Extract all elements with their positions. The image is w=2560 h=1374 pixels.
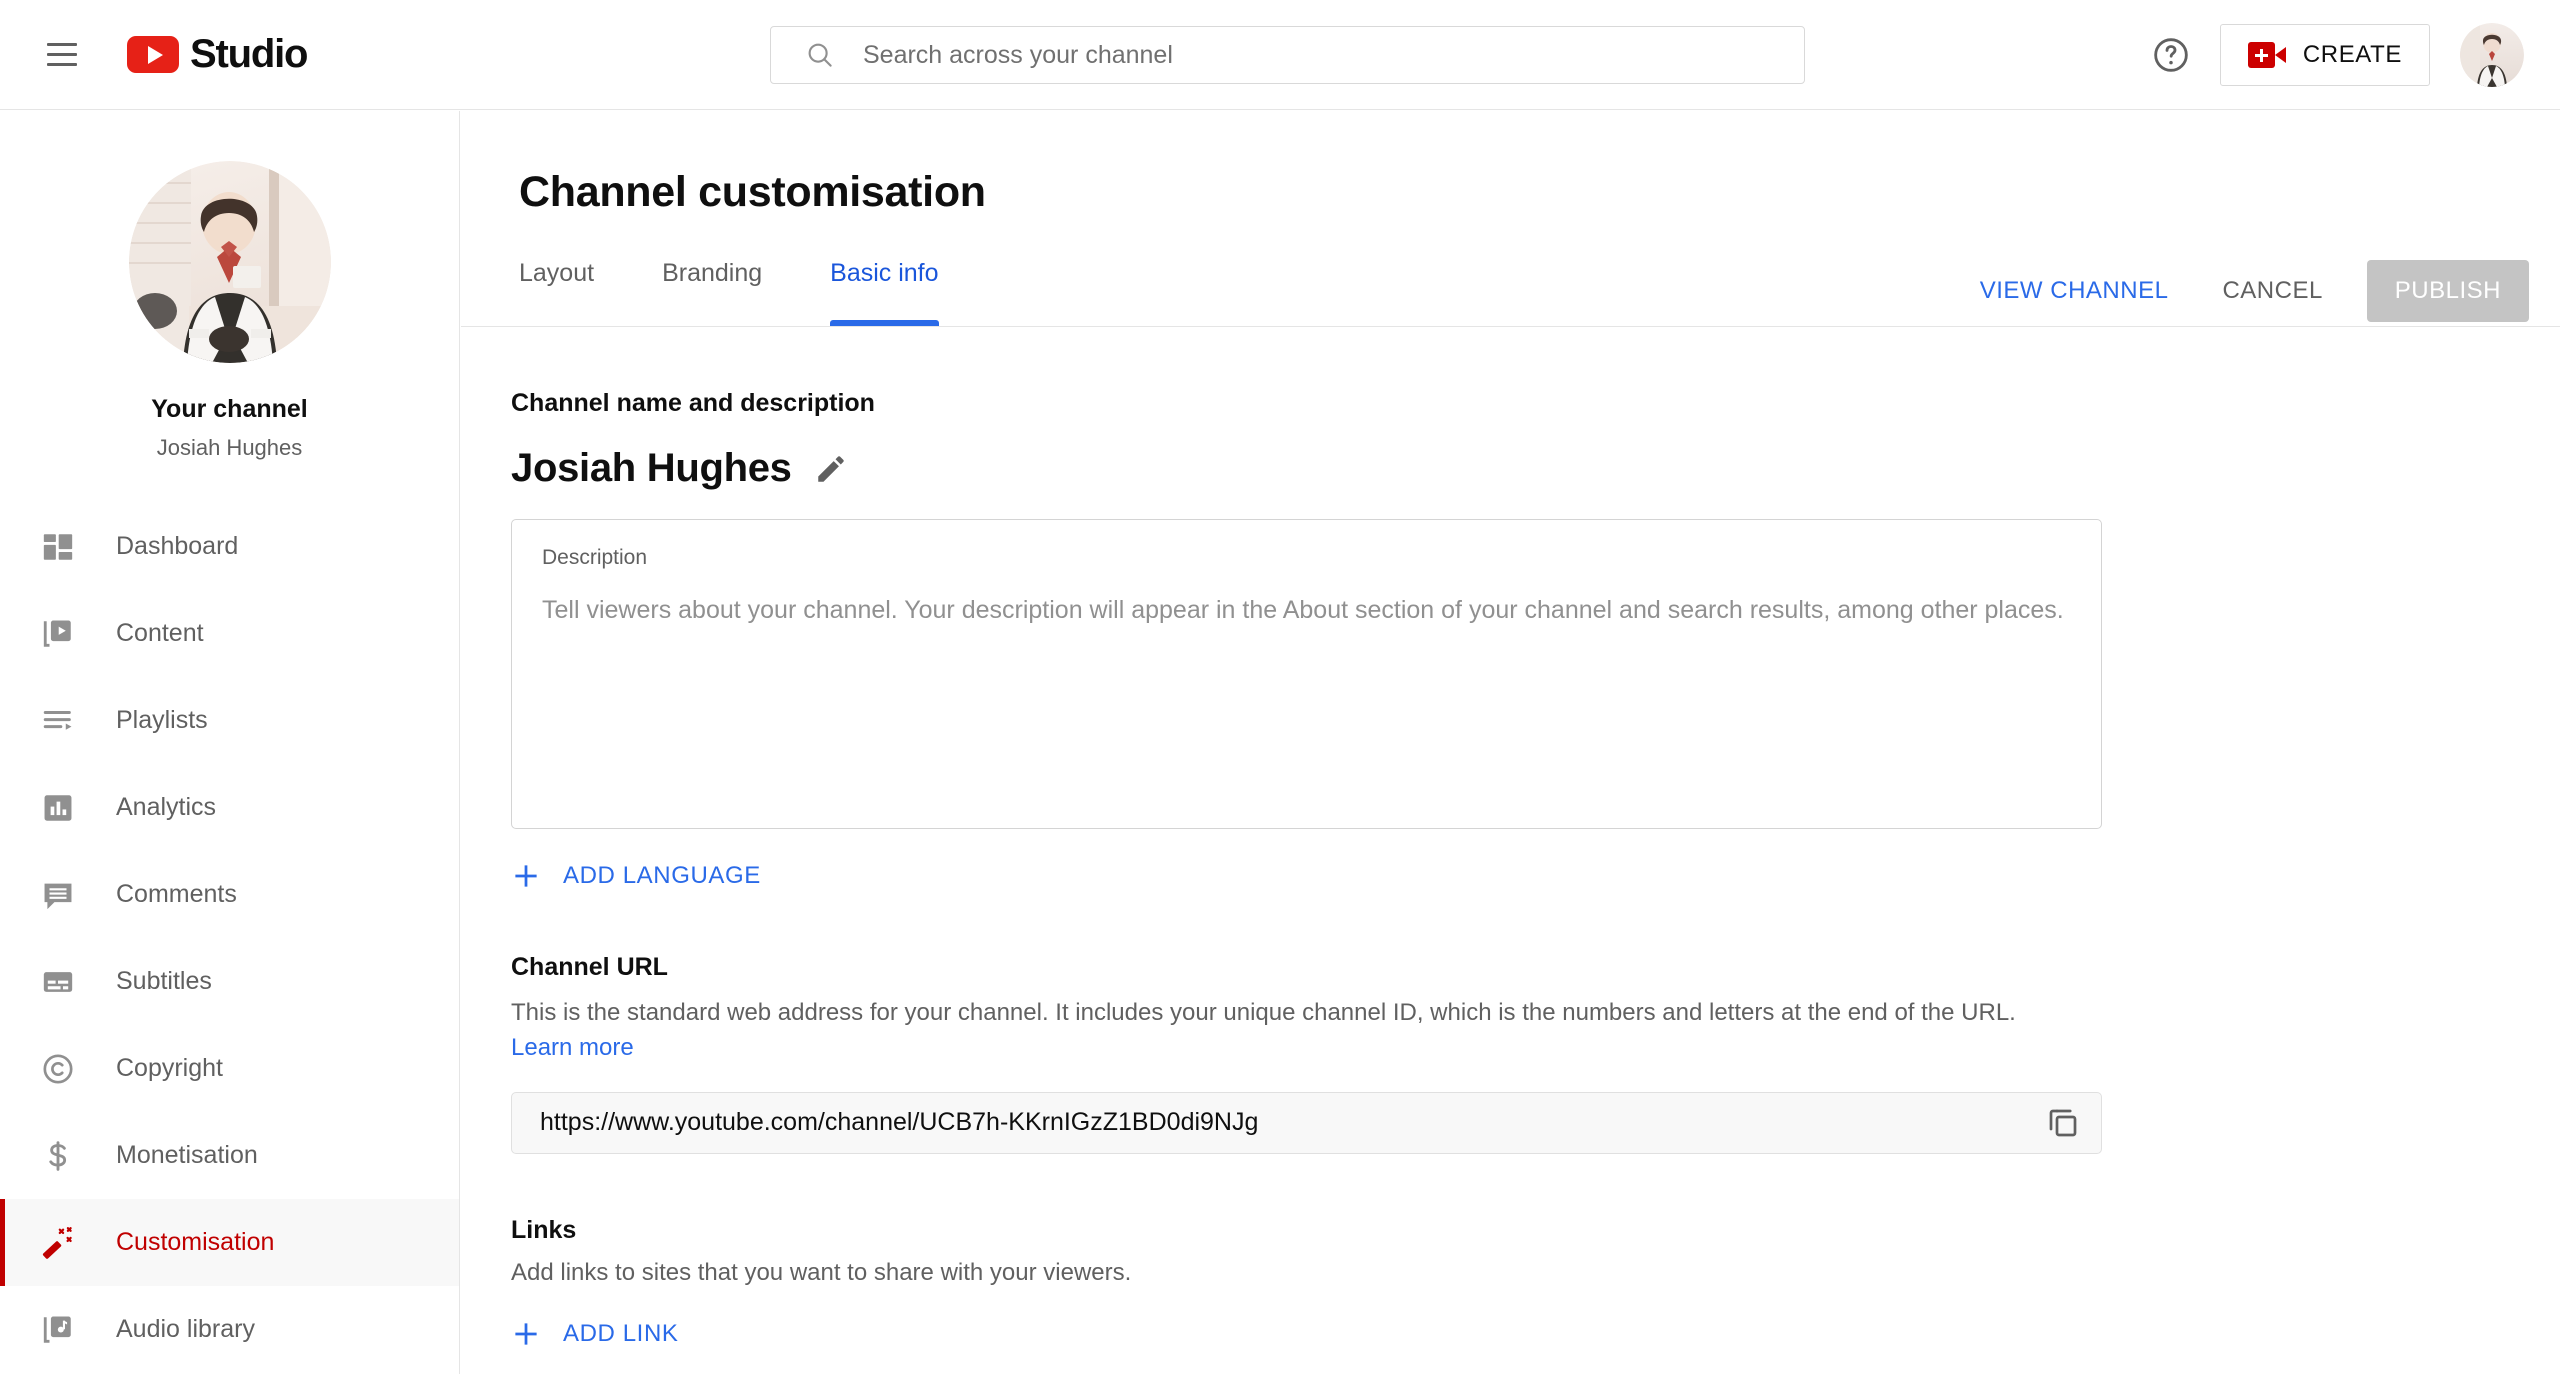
playlist-icon <box>38 701 78 741</box>
tab-label: Basic info <box>830 259 939 287</box>
description-field[interactable]: Description Tell viewers about your chan… <box>511 519 2102 829</box>
sidebar-item-label: Subtitles <box>116 967 212 995</box>
avatar[interactable] <box>2460 23 2524 87</box>
channel-name-value: Josiah Hughes <box>511 446 792 490</box>
brand-text: Studio <box>190 32 308 76</box>
channel-url-description: This is the standard web address for you… <box>511 996 2056 1066</box>
search-icon <box>808 43 832 67</box>
channel-url-field[interactable]: https://www.youtube.com/channel/UCB7h-KK… <box>511 1091 2102 1154</box>
basic-info-panel: Channel name and description Josiah Hugh… <box>461 389 2560 1349</box>
channel-summary: Your channel Josiah Hughes <box>0 111 459 461</box>
comment-icon <box>38 875 78 915</box>
sidebar-item-label: Copyright <box>116 1054 223 1082</box>
youtube-play-logo-icon <box>127 36 179 73</box>
tab-basic-info[interactable]: Basic info <box>830 255 939 326</box>
links-description: Add links to sites that you want to shar… <box>511 1258 1132 1286</box>
magic-wand-icon <box>38 1223 78 1263</box>
dashboard-icon <box>38 527 78 567</box>
sidebar-item-label: Audio library <box>116 1315 255 1343</box>
sidebar-nav: Dashboard Content Playlists Analytics Co… <box>0 503 459 1373</box>
page-title: Channel customisation <box>519 168 986 216</box>
sidebar-item-playlists[interactable]: Playlists <box>0 677 459 764</box>
view-channel-button[interactable]: VIEW CHANNEL <box>1958 261 2191 321</box>
description-field-label: Description <box>542 546 648 569</box>
studio-brand-logo[interactable]: Studio <box>127 32 308 77</box>
sidebar-item-dashboard[interactable]: Dashboard <box>0 503 459 590</box>
copy-icon[interactable] <box>2035 1095 2091 1151</box>
channel-name-heading: Channel name and description <box>511 389 875 417</box>
header-actions: VIEW CHANNEL CANCEL PUBLISH <box>1958 255 2529 327</box>
add-link-label: ADD LINK <box>563 1319 679 1347</box>
top-app-bar: Studio CREATE <box>0 0 2560 110</box>
tab-label: Branding <box>662 259 763 287</box>
sidebar-item-monetisation[interactable]: Monetisation <box>0 1112 459 1199</box>
audio-library-icon <box>38 1310 78 1350</box>
topbar-actions: CREATE <box>2140 0 2524 110</box>
sidebar: Your channel Josiah Hughes Dashboard Con… <box>0 111 460 1374</box>
add-language-label: ADD LANGUAGE <box>563 862 761 889</box>
create-button[interactable]: CREATE <box>2219 24 2430 86</box>
sidebar-item-label: Monetisation <box>116 1141 258 1169</box>
channel-url-heading: Channel URL <box>511 953 668 981</box>
tab-bar: Layout Branding Basic info VIEW CHANNEL … <box>461 255 2560 327</box>
your-channel-label: Your channel <box>151 395 308 423</box>
channel-avatar[interactable] <box>128 161 331 363</box>
sidebar-item-analytics[interactable]: Analytics <box>0 764 459 851</box>
tab-label: Layout <box>519 259 595 287</box>
sidebar-item-copyright[interactable]: Copyright <box>0 1025 459 1112</box>
help-circle-icon[interactable] <box>2140 24 2202 86</box>
sidebar-item-label: Analytics <box>116 793 217 821</box>
sidebar-item-customisation[interactable]: Customisation <box>0 1199 459 1286</box>
sidebar-item-audio-library[interactable]: Audio library <box>0 1286 459 1373</box>
description-placeholder: Tell viewers about your channel. Your de… <box>542 596 2064 624</box>
pencil-edit-icon[interactable] <box>814 452 848 486</box>
sidebar-item-comments[interactable]: Comments <box>0 851 459 938</box>
sidebar-item-content[interactable]: Content <box>0 590 459 677</box>
dollar-icon <box>38 1136 78 1176</box>
sidebar-item-label: Comments <box>116 880 237 908</box>
learn-more-link[interactable]: Learn more <box>511 1034 634 1061</box>
plus-icon <box>515 865 537 887</box>
subtitles-icon <box>38 962 78 1002</box>
search-input[interactable] <box>863 40 1784 70</box>
channel-url-value: https://www.youtube.com/channel/UCB7h-KK… <box>540 1108 1259 1137</box>
analytics-bar-icon <box>38 788 78 828</box>
main-content: Channel customisation Layout Branding Ba… <box>461 111 2560 1374</box>
create-button-label: CREATE <box>2302 41 2402 68</box>
video-camera-plus-icon <box>2247 42 2286 68</box>
channel-name-row: Josiah Hughes <box>511 446 2560 491</box>
cancel-button[interactable]: CANCEL <box>2200 261 2344 321</box>
sidebar-item-label: Dashboard <box>116 532 239 560</box>
tab-layout[interactable]: Layout <box>519 255 594 326</box>
sidebar-item-subtitles[interactable]: Subtitles <box>0 938 459 1025</box>
add-language-button[interactable]: ADD LANGUAGE <box>511 861 761 891</box>
sidebar-item-label: Content <box>116 619 204 647</box>
search-bar[interactable] <box>770 26 1805 84</box>
tab-branding[interactable]: Branding <box>662 255 762 326</box>
copyright-icon <box>38 1049 78 1089</box>
sidebar-item-label: Customisation <box>116 1228 275 1256</box>
hamburger-menu-icon[interactable] <box>38 31 86 79</box>
sidebar-item-label: Playlists <box>116 706 208 734</box>
content-video-icon <box>38 614 78 654</box>
add-link-button[interactable]: ADD LINK <box>511 1319 679 1349</box>
sidebar-channel-name: Josiah Hughes <box>156 435 303 460</box>
plus-icon <box>515 1322 537 1345</box>
publish-button[interactable]: PUBLISH <box>2366 260 2529 322</box>
channel-url-description-text: This is the standard web address for you… <box>511 999 2016 1026</box>
links-heading: Links <box>511 1215 577 1244</box>
